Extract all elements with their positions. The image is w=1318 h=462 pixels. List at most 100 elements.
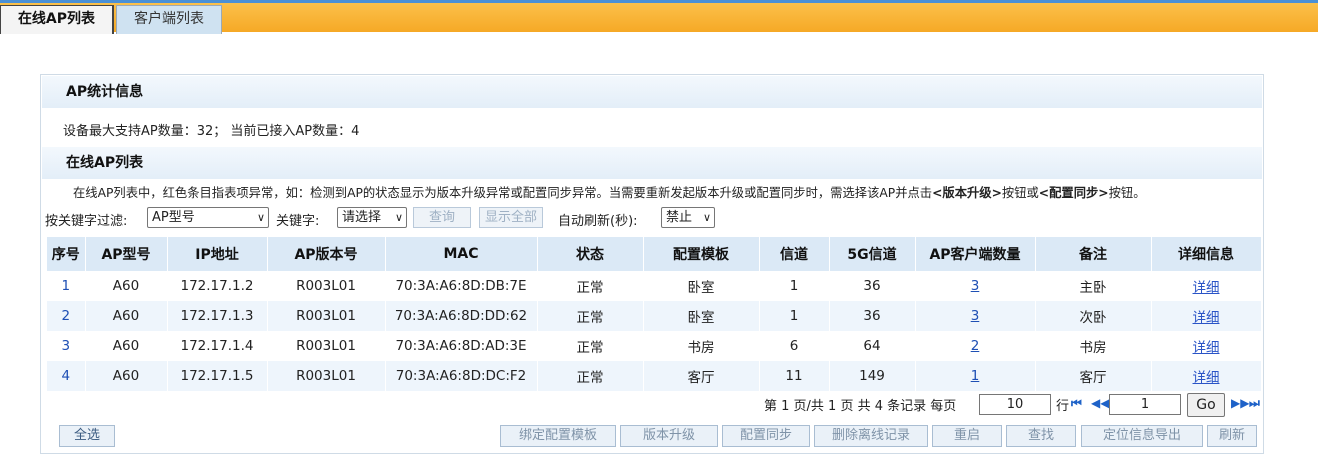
- cell-ip: 172.17.1.2: [167, 271, 268, 301]
- cell-5g-channel: 36: [829, 271, 916, 301]
- cell-status: 正常: [537, 331, 644, 361]
- last-page-icon[interactable]: ⏭: [1249, 396, 1260, 411]
- page-number-input[interactable]: 1: [1109, 394, 1181, 415]
- col-header-ip[interactable]: IP地址: [167, 237, 268, 271]
- cell-index: 2: [47, 301, 86, 331]
- auto-refresh-label: 自动刷新(秒):: [558, 214, 638, 229]
- cell-client-count: 3: [915, 271, 1036, 301]
- detail-link[interactable]: 详细: [1193, 310, 1220, 326]
- chevron-down-icon: ∨: [394, 211, 403, 224]
- client-count-link[interactable]: 2: [971, 338, 980, 354]
- cell-remark: 客厅: [1035, 361, 1152, 391]
- top-tab-bar: 在线AP列表 客户端列表: [0, 0, 1318, 34]
- cell-5g-channel: 64: [829, 331, 916, 361]
- col-header-model[interactable]: AP型号: [85, 237, 168, 271]
- cell-version: R003L01: [267, 331, 386, 361]
- ap-stats-title: AP统计信息: [42, 76, 1262, 108]
- detail-link[interactable]: 详细: [1193, 280, 1220, 296]
- cell-index: 4: [47, 361, 86, 391]
- prev-page-icon[interactable]: ◀◀: [1091, 396, 1109, 410]
- cell-channel: 1: [759, 271, 830, 301]
- keyword-select[interactable]: 请选择 ∨: [337, 207, 407, 228]
- cell-index: 3: [47, 331, 86, 361]
- cell-mac: 70:3A:A6:8D:DD:62: [385, 301, 538, 331]
- sync-button[interactable]: 配置同步: [722, 425, 810, 447]
- tab-client-list[interactable]: 客户端列表: [116, 5, 222, 34]
- export-location-button[interactable]: 定位信息导出: [1081, 425, 1203, 447]
- cell-version: R003L01: [267, 271, 386, 301]
- ap-table: 序号 AP型号 IP地址 AP版本号 MAC 状态 配置模板 信道 5G信道 A…: [47, 237, 1262, 391]
- show-all-button[interactable]: 显示全部: [479, 207, 543, 228]
- upgrade-button[interactable]: 版本升级: [620, 425, 718, 447]
- cell-model: A60: [85, 361, 168, 391]
- online-ap-list-title: 在线AP列表: [42, 147, 1262, 179]
- chevron-down-icon: ∨: [702, 211, 711, 224]
- col-header-mac[interactable]: MAC: [385, 237, 538, 271]
- list-note: 在线AP列表中，红色条目指表项异常，如：检测到AP的状态显示为版本升级异常或配置…: [73, 186, 1146, 200]
- refresh-button[interactable]: 刷新: [1207, 425, 1257, 447]
- ap-stats-line: 设备最大支持AP数量：32； 当前已接入AP数量：4: [63, 124, 360, 139]
- col-header-index[interactable]: 序号: [47, 237, 86, 271]
- col-header-template[interactable]: 配置模板: [643, 237, 760, 271]
- col-header-detail[interactable]: 详细信息: [1151, 237, 1262, 271]
- cell-channel: 6: [759, 331, 830, 361]
- table-row[interactable]: 1 A60 172.17.1.2 R003L01 70:3A:A6:8D:DB:…: [47, 271, 1262, 301]
- cell-client-count: 3: [915, 301, 1036, 331]
- filter-field-select[interactable]: AP型号 ∨: [147, 207, 269, 228]
- cell-template: 卧室: [643, 271, 760, 301]
- cell-channel: 1: [759, 301, 830, 331]
- table-row[interactable]: 2 A60 172.17.1.3 R003L01 70:3A:A6:8D:DD:…: [47, 301, 1262, 331]
- cell-ip: 172.17.1.5: [167, 361, 268, 391]
- keyword-label: 关键字:: [276, 214, 320, 229]
- detail-link[interactable]: 详细: [1193, 340, 1220, 356]
- cell-ip: 172.17.1.4: [167, 331, 268, 361]
- tab-online-ap-list[interactable]: 在线AP列表: [0, 5, 114, 34]
- cell-mac: 70:3A:A6:8D:DB:7E: [385, 271, 538, 301]
- table-header-row: 序号 AP型号 IP地址 AP版本号 MAC 状态 配置模板 信道 5G信道 A…: [47, 237, 1262, 271]
- first-page-icon[interactable]: ⏮: [1071, 396, 1082, 411]
- col-header-version[interactable]: AP版本号: [267, 237, 386, 271]
- cell-client-count: 1: [915, 361, 1036, 391]
- cell-index: 1: [47, 271, 86, 301]
- col-header-status[interactable]: 状态: [537, 237, 644, 271]
- col-header-5g-channel[interactable]: 5G信道: [829, 237, 916, 271]
- cell-5g-channel: 149: [829, 361, 916, 391]
- locate-button[interactable]: 查找: [1006, 425, 1076, 447]
- cell-remark: 次卧: [1035, 301, 1152, 331]
- cell-mac: 70:3A:A6:8D:DC:F2: [385, 361, 538, 391]
- pager-summary: 第 1 页/共 1 页 共 4 条记录 每页: [764, 399, 957, 414]
- col-header-remark[interactable]: 备注: [1035, 237, 1152, 271]
- per-page-input[interactable]: 10: [979, 394, 1051, 415]
- reboot-button[interactable]: 重启: [932, 425, 1002, 447]
- table-row[interactable]: 4 A60 172.17.1.5 R003L01 70:3A:A6:8D:DC:…: [47, 361, 1262, 391]
- go-button[interactable]: Go: [1187, 393, 1225, 417]
- next-page-icon[interactable]: ▶▶: [1231, 396, 1249, 410]
- client-count-link[interactable]: 3: [971, 278, 980, 294]
- select-all-button[interactable]: 全选: [59, 425, 115, 447]
- auto-refresh-select[interactable]: 禁止 ∨: [661, 207, 715, 228]
- cell-version: R003L01: [267, 361, 386, 391]
- search-button[interactable]: 查询: [413, 207, 471, 228]
- cell-template: 卧室: [643, 301, 760, 331]
- col-header-channel[interactable]: 信道: [759, 237, 830, 271]
- cell-template: 客厅: [643, 361, 760, 391]
- cell-detail: 详细: [1151, 361, 1262, 391]
- detail-link[interactable]: 详细: [1193, 370, 1220, 386]
- cell-version: R003L01: [267, 301, 386, 331]
- client-count-link[interactable]: 3: [971, 308, 980, 324]
- bind-template-button[interactable]: 绑定配置模板: [500, 425, 616, 447]
- cell-status: 正常: [537, 361, 644, 391]
- cell-ip: 172.17.1.3: [167, 301, 268, 331]
- col-header-client-count[interactable]: AP客户端数量: [915, 237, 1036, 271]
- cell-status: 正常: [537, 271, 644, 301]
- client-count-link[interactable]: 1: [971, 368, 980, 384]
- table-row[interactable]: 3 A60 172.17.1.4 R003L01 70:3A:A6:8D:AD:…: [47, 331, 1262, 361]
- cell-remark: 主卧: [1035, 271, 1152, 301]
- main-panel: AP统计信息 设备最大支持AP数量：32； 当前已接入AP数量：4 在线AP列表…: [40, 74, 1264, 454]
- delete-offline-button[interactable]: 删除离线记录: [814, 425, 928, 447]
- cell-client-count: 2: [915, 331, 1036, 361]
- chevron-down-icon: ∨: [256, 211, 265, 224]
- cell-detail: 详细: [1151, 331, 1262, 361]
- cell-remark: 书房: [1035, 331, 1152, 361]
- cell-template: 书房: [643, 331, 760, 361]
